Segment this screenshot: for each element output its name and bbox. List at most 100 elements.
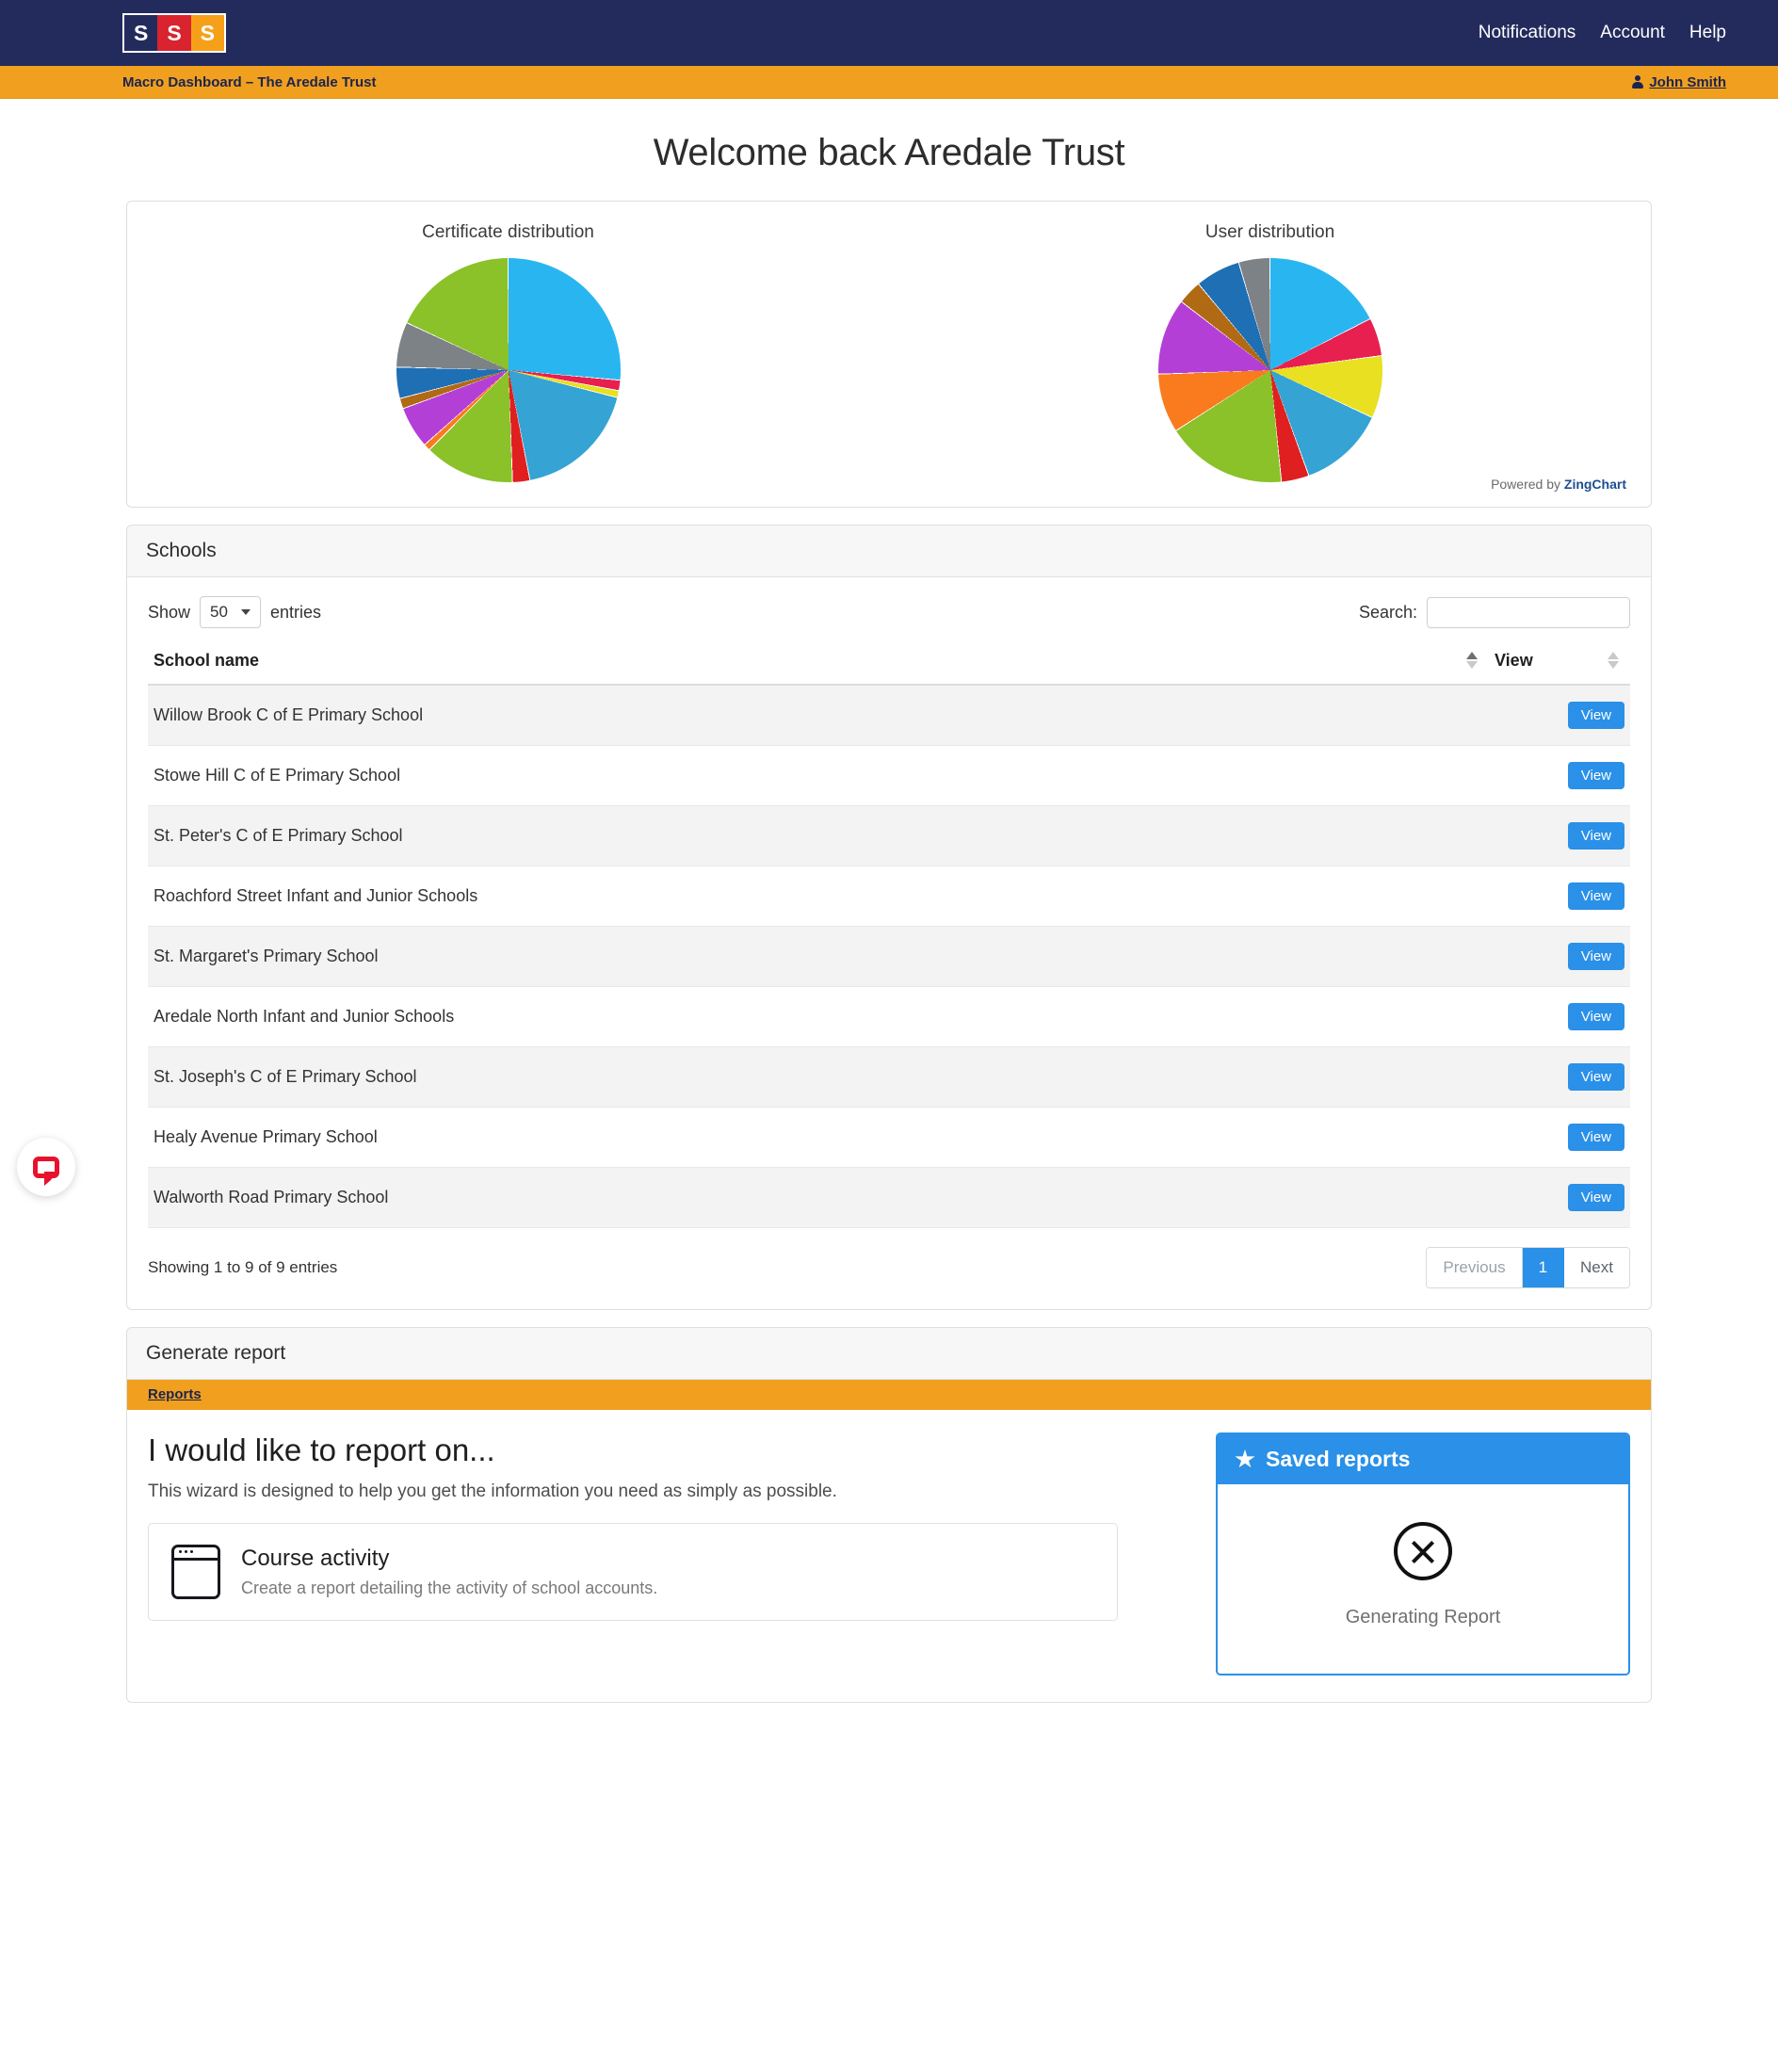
certificate-chart-title: Certificate distribution	[422, 222, 594, 242]
table-row: St. Joseph's C of E Primary School View	[148, 1046, 1630, 1108]
show-label: Show	[148, 602, 191, 622]
window-dots	[179, 1550, 193, 1553]
view-cell: View	[1489, 1046, 1630, 1108]
charts-panel: Certificate distribution User distributi…	[126, 201, 1652, 508]
column-school-name[interactable]: School name	[148, 643, 1489, 686]
chat-bubble-icon	[33, 1156, 59, 1186]
table-row: Roachford Street Infant and Junior Schoo…	[148, 866, 1630, 927]
view-cell: View	[1489, 926, 1630, 987]
sort-none-icon	[1608, 652, 1619, 671]
table-controls: Show 50 entries Search:	[127, 577, 1651, 638]
table-row: St. Margaret's Primary School View	[148, 926, 1630, 987]
page-length-value: 50	[210, 603, 228, 621]
pagination-page-1[interactable]: 1	[1522, 1248, 1565, 1287]
certificate-pie[interactable]	[396, 258, 621, 482]
chevron-down-icon	[240, 609, 251, 615]
top-navbar: S S S Notifications Account Help	[0, 0, 1778, 66]
view-button[interactable]: View	[1567, 1124, 1624, 1151]
page-length-select[interactable]: 50	[200, 596, 261, 628]
close-circle-icon[interactable]	[1394, 1522, 1452, 1580]
report-wizard-title: I would like to report on...	[148, 1433, 495, 1467]
view-button[interactable]: View	[1567, 1184, 1624, 1211]
school-name-cell: Healy Avenue Primary School	[148, 1107, 1489, 1168]
saved-reports-column: Saved reports Generating Report	[1216, 1433, 1630, 1675]
logo-letter-2: S	[157, 15, 191, 51]
browser-window-icon	[171, 1545, 220, 1599]
zingchart-attribution: Powered by ZingChart	[1491, 477, 1626, 492]
school-name-cell: St. Margaret's Primary School	[148, 926, 1489, 987]
user-chart-title: User distribution	[1204, 222, 1335, 242]
logo-letter-1: S	[124, 15, 158, 51]
school-name-cell: Walworth Road Primary School	[148, 1167, 1489, 1228]
table-row: Walworth Road Primary School View	[148, 1167, 1630, 1228]
view-button[interactable]: View	[1567, 822, 1624, 850]
school-name-cell: St. Joseph's C of E Primary School	[148, 1046, 1489, 1108]
view-cell: View	[1489, 986, 1630, 1047]
schools-table-body: Willow Brook C of E Primary School View St…	[148, 685, 1630, 1228]
school-name-cell: St. Peter's C of E Primary School	[148, 805, 1489, 866]
report-option-text: Course activity Create a report detailin…	[241, 1546, 657, 1598]
view-button[interactable]: View	[1567, 1063, 1624, 1091]
user-pie[interactable]	[1157, 258, 1382, 482]
saved-reports-body: Generating Report	[1218, 1484, 1628, 1674]
charts-row: Certificate distribution User distributi…	[127, 202, 1651, 507]
view-button[interactable]: View	[1567, 1003, 1624, 1030]
entries-label: entries	[269, 602, 321, 622]
table-row: St. Peter's C of E Primary School View	[148, 805, 1630, 866]
column-school-name-label: School name	[154, 651, 260, 670]
school-name-cell: Willow Brook C of E Primary School	[148, 685, 1489, 746]
search-input[interactable]	[1427, 596, 1630, 628]
attribution-prefix: Powered by	[1491, 477, 1564, 492]
table-row: Aredale North Infant and Junior Schools V…	[148, 986, 1630, 1047]
table-header-row: School name View	[148, 643, 1630, 686]
table-footer: Showing 1 to 9 of 9 entries Previous 1 N…	[127, 1228, 1651, 1309]
star-icon	[1235, 1449, 1255, 1468]
school-name-cell: Aredale North Infant and Junior Schools	[148, 986, 1489, 1047]
view-button[interactable]: View	[1567, 762, 1624, 789]
view-button[interactable]: View	[1567, 882, 1624, 910]
saved-reports-header: Saved reports	[1218, 1434, 1628, 1484]
table-row: Stowe Hill C of E Primary School View	[148, 745, 1630, 806]
saved-reports-title: Saved reports	[1266, 1447, 1411, 1471]
pagination-previous[interactable]: Previous	[1427, 1248, 1523, 1287]
view-button[interactable]: View	[1567, 702, 1624, 729]
certificate-distribution-chart: Certificate distribution	[127, 222, 889, 482]
current-user-name[interactable]: John Smith	[1649, 74, 1726, 90]
tab-reports[interactable]: Reports	[148, 1386, 202, 1402]
breadcrumb: Macro Dashboard – The Aredale Trust	[122, 73, 377, 90]
nav-link-notifications[interactable]: Notifications	[1479, 23, 1576, 43]
report-option-course-activity[interactable]: Course activity Create a report detailin…	[148, 1523, 1118, 1621]
attribution-brand: ZingChart	[1563, 477, 1626, 492]
schools-table: School name View Willow Brook C of E Pri…	[148, 643, 1630, 1228]
pagination-next[interactable]: Next	[1564, 1248, 1629, 1287]
logo-letter-3: S	[190, 15, 224, 51]
current-user[interactable]: John Smith	[1631, 74, 1726, 90]
livechat-widget-button[interactable]	[17, 1138, 75, 1196]
view-cell: View	[1489, 745, 1630, 806]
table-row: Willow Brook C of E Primary School View	[148, 685, 1630, 746]
view-cell: View	[1489, 685, 1630, 746]
generate-report-panel: Generate report Reports I would like to …	[126, 1327, 1652, 1703]
breadcrumb-bar: Macro Dashboard – The Aredale Trust John…	[0, 66, 1778, 99]
user-distribution-chart: User distribution	[889, 222, 1651, 482]
generate-report-heading: Generate report	[127, 1328, 1651, 1380]
column-view[interactable]: View	[1489, 643, 1630, 686]
school-name-cell: Stowe Hill C of E Primary School	[148, 745, 1489, 806]
person-icon	[1631, 74, 1643, 89]
showing-entries-text: Showing 1 to 9 of 9 entries	[148, 1258, 338, 1276]
report-tabs: Reports	[127, 1380, 1651, 1410]
view-cell: View	[1489, 805, 1630, 866]
schools-panel-heading: Schools	[127, 526, 1651, 577]
site-logo[interactable]: S S S	[122, 13, 226, 53]
search-label: Search:	[1358, 602, 1417, 622]
top-nav-links: Notifications Account Help	[1479, 23, 1726, 43]
nav-link-help[interactable]: Help	[1689, 23, 1726, 43]
saved-reports-card: Saved reports Generating Report	[1216, 1433, 1630, 1675]
view-cell: View	[1489, 1107, 1630, 1168]
nav-link-account[interactable]: Account	[1600, 23, 1665, 43]
view-button[interactable]: View	[1567, 943, 1624, 970]
schools-table-head: School name View	[148, 643, 1630, 686]
report-option-description: Create a report detailing the activity o…	[241, 1578, 658, 1597]
sort-ascending-icon	[1466, 652, 1478, 671]
schools-panel: Schools Show 50 entries Search: School n…	[126, 525, 1652, 1310]
